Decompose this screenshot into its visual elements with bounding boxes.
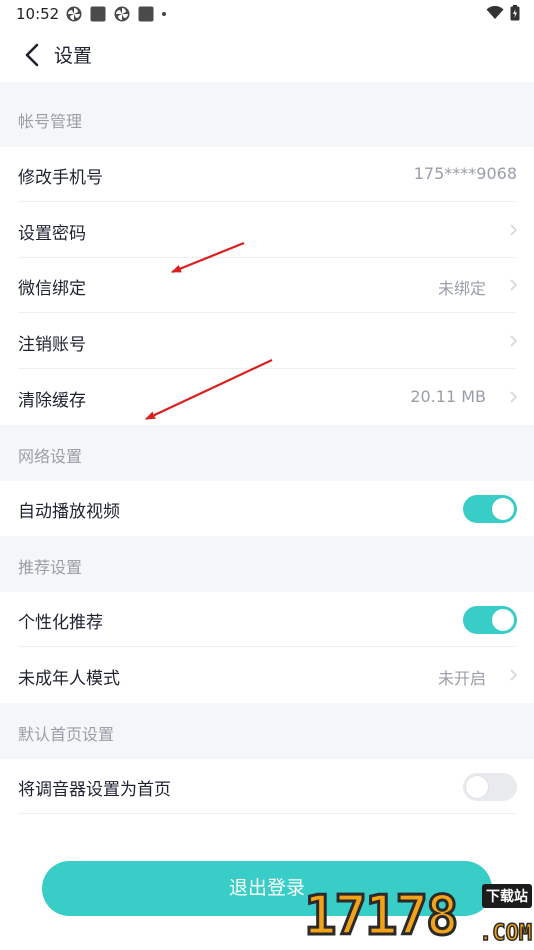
autoplay-video-row: 自动播放视频 — [0, 481, 534, 536]
section-recommend-header: 推荐设置 — [0, 536, 534, 592]
row-label: 清除缓存 — [18, 391, 86, 411]
phone-number-value: 175****9068 — [413, 164, 517, 183]
section-title: 默认首页设置 — [18, 725, 115, 744]
chevron-right-icon — [510, 279, 518, 291]
more-notifications-dot — [162, 12, 166, 16]
watermark-tag: 下载站 — [482, 884, 532, 908]
row-label: 修改手机号 — [18, 168, 103, 188]
cache-size-value: 20.11 MB — [410, 387, 486, 406]
personalized-recommend-row: 个性化推荐 — [0, 592, 534, 647]
system-icons — [486, 5, 520, 21]
watermark-number: 17178 — [303, 884, 461, 947]
toggle-knob — [466, 776, 488, 798]
divider — [18, 368, 516, 369]
minor-mode-status: 未开启 — [437, 669, 486, 688]
minor-mode-row[interactable]: 未成年人模式 未开启 — [0, 648, 534, 703]
section-network-header: 网络设置 — [0, 425, 534, 481]
section-title: 网络设置 — [18, 447, 83, 466]
row-label: 将调音器设置为首页 — [18, 780, 171, 800]
app-square-icon — [90, 6, 106, 22]
pinwheel-icon — [66, 6, 82, 22]
row-label: 设置密码 — [18, 224, 86, 244]
row-label: 未成年人模式 — [18, 669, 120, 689]
battery-icon — [510, 5, 520, 21]
wechat-binding-status: 未绑定 — [437, 279, 486, 298]
row-label: 个性化推荐 — [18, 613, 103, 633]
divider — [18, 312, 516, 313]
status-time: 10:52 — [16, 5, 60, 23]
row-label: 注销账号 — [18, 335, 86, 355]
divider — [18, 813, 516, 814]
notification-icons — [66, 6, 166, 22]
set-password-row[interactable]: 设置密码 — [0, 203, 534, 258]
section-homepage-header: 默认首页设置 — [0, 703, 534, 759]
wechat-binding-row[interactable]: 微信绑定 未绑定 — [0, 258, 534, 313]
clear-cache-row[interactable]: 清除缓存 20.11 MB — [0, 370, 534, 425]
section-title: 推荐设置 — [18, 558, 83, 577]
tuner-homepage-row: 将调音器设置为首页 — [0, 759, 534, 814]
toggle-knob — [492, 498, 514, 520]
divider — [18, 201, 516, 202]
app-square-icon — [138, 6, 154, 22]
status-bar: 10:52 — [0, 0, 534, 28]
divider — [18, 646, 516, 647]
page-title: 设置 — [54, 45, 93, 67]
back-arrow-icon[interactable] — [18, 40, 48, 70]
wifi-icon — [486, 6, 504, 19]
chevron-right-icon — [510, 391, 518, 403]
section-account-header: 帐号管理 — [0, 82, 534, 147]
row-label: 微信绑定 — [18, 279, 86, 299]
chevron-right-icon — [510, 224, 518, 236]
tuner-homepage-toggle[interactable] — [463, 773, 517, 801]
row-label: 自动播放视频 — [18, 502, 120, 522]
app-header: 设置 — [0, 28, 534, 82]
toggle-knob — [492, 609, 514, 631]
change-phone-row[interactable]: 修改手机号 175****9068 — [0, 147, 534, 202]
watermark-suffix: .COM — [478, 920, 532, 947]
section-title: 帐号管理 — [18, 112, 83, 131]
site-watermark: 17178 下载站 .COM — [300, 880, 534, 950]
pinwheel-icon — [114, 6, 130, 22]
chevron-right-icon — [510, 335, 518, 347]
personalized-recommend-toggle[interactable] — [463, 606, 517, 634]
cancel-account-row[interactable]: 注销账号 — [0, 314, 534, 369]
chevron-right-icon — [510, 669, 518, 681]
autoplay-video-toggle[interactable] — [463, 495, 517, 523]
